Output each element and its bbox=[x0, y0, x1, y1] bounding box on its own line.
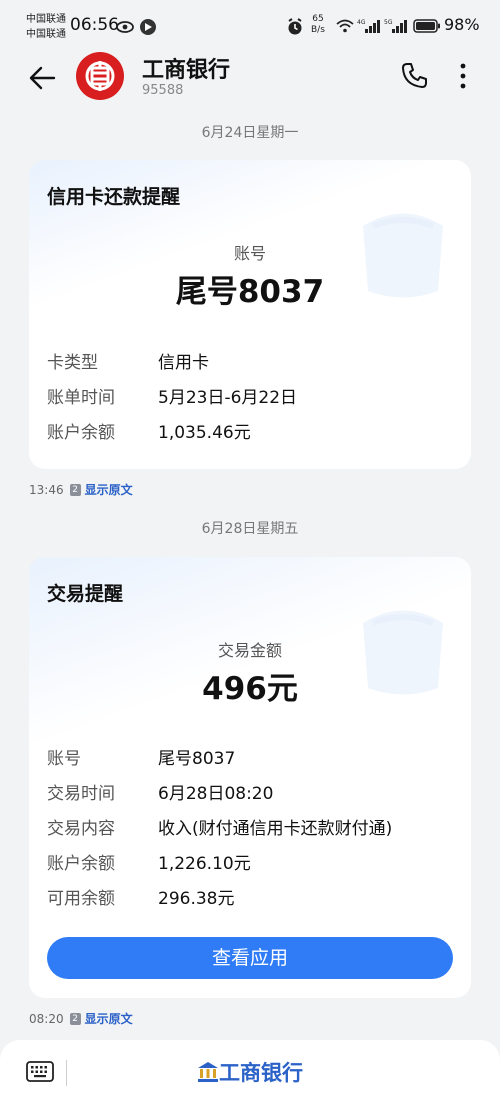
account-label: 账号 bbox=[233, 244, 266, 263]
network-speed-value: 65 bbox=[312, 14, 324, 24]
row-value: 信用卡 bbox=[158, 353, 209, 373]
bank-building-icon bbox=[198, 1062, 218, 1082]
row-value: 296.38元 bbox=[158, 889, 235, 909]
network-speed-unit: B/s bbox=[311, 25, 325, 35]
battery-icon bbox=[413, 19, 440, 33]
message-time: 08:20 bbox=[29, 1011, 64, 1026]
phone-icon[interactable] bbox=[398, 60, 430, 92]
battery-percent: 98% bbox=[444, 15, 480, 34]
row-label: 可用余额 bbox=[47, 889, 115, 909]
row-value: 1,226.10元 bbox=[158, 854, 251, 874]
row-label: 交易时间 bbox=[47, 784, 115, 804]
back-arrow-icon[interactable] bbox=[24, 60, 60, 96]
sender-number: 95588 bbox=[142, 83, 184, 98]
date-separator: 6月24日星期一 bbox=[201, 125, 299, 141]
signal-4g-icon: 4G bbox=[357, 19, 380, 33]
bank-menu-label: 工商银行 bbox=[219, 1061, 303, 1085]
row-value: 1,035.46元 bbox=[158, 423, 251, 443]
icbc-logo bbox=[76, 52, 124, 100]
amount-label: 交易金额 bbox=[217, 641, 282, 660]
wifi-icon bbox=[336, 19, 354, 33]
row-label: 卡类型 bbox=[47, 353, 98, 373]
bottom-menu-bar: 工商银行 bbox=[0, 1040, 500, 1106]
open-app-button[interactable]: 查看应用 bbox=[47, 937, 453, 979]
divider bbox=[66, 1060, 67, 1086]
card-title: 交易提醒 bbox=[47, 583, 124, 605]
status-bar: 中国联通 中国联通 06:56 65 B/s 4G 5G 98% bbox=[0, 0, 500, 54]
row-label: 账户余额 bbox=[47, 423, 115, 443]
icbc-logo-icon bbox=[85, 61, 115, 91]
svg-text:5G: 5G bbox=[384, 19, 393, 26]
menu-button-container: 工商银行 bbox=[0, 1040, 500, 1106]
carrier-2: 中国联通 bbox=[26, 29, 66, 40]
conversation-header: 工商银行 95588 bbox=[0, 50, 500, 110]
bank-menu-button[interactable]: 工商银行 bbox=[197, 1061, 303, 1085]
network-speed: 65 B/s bbox=[311, 14, 325, 36]
account-value: 尾号8037 bbox=[175, 274, 325, 310]
carrier-labels: 中国联通 中国联通 bbox=[26, 12, 66, 42]
keyboard-icon[interactable] bbox=[26, 1060, 54, 1084]
svg-text:4G: 4G bbox=[357, 19, 366, 26]
message-meta: 13:46 2 显示原文 bbox=[29, 481, 133, 498]
clock: 06:56 bbox=[70, 15, 119, 35]
message-meta: 08:20 2 显示原文 bbox=[29, 1010, 133, 1027]
row-label: 交易内容 bbox=[47, 819, 115, 839]
message-card-credit-reminder[interactable]: 信用卡还款提醒 账号 尾号8037 卡类型 信用卡 账单时间 5月23日-6月2… bbox=[29, 160, 471, 469]
signal-5g-icon: 5G bbox=[384, 19, 407, 33]
row-value: 尾号8037 bbox=[158, 749, 236, 769]
row-value: 6月28日08:20 bbox=[158, 784, 274, 804]
show-original-link[interactable]: 显示原文 bbox=[85, 481, 133, 498]
sim-badge: 2 bbox=[69, 483, 81, 496]
row-value: 5月23日-6月22日 bbox=[158, 388, 298, 408]
carrier-1: 中国联通 bbox=[26, 14, 66, 25]
eye-icon bbox=[116, 21, 134, 33]
row-value: 收入(财付通信用卡还款财付通) bbox=[158, 819, 393, 839]
row-label: 账单时间 bbox=[47, 388, 115, 408]
sim-badge: 2 bbox=[69, 1012, 81, 1025]
amount-value: 496元 bbox=[202, 671, 298, 707]
date-separator: 6月28日星期五 bbox=[201, 521, 299, 537]
message-card-transaction[interactable]: 交易提醒 交易金额 496元 账号 尾号8037 交易时间 6月28日08:20… bbox=[29, 557, 471, 998]
message-time: 13:46 bbox=[29, 482, 64, 497]
more-options-icon[interactable] bbox=[448, 60, 478, 92]
alarm-icon bbox=[288, 18, 302, 35]
row-label: 账户余额 bbox=[47, 854, 115, 874]
sender-name: 工商银行 bbox=[142, 58, 231, 83]
show-original-link[interactable]: 显示原文 bbox=[85, 1010, 133, 1027]
app-notification-icon bbox=[140, 19, 156, 35]
card-title: 信用卡还款提醒 bbox=[47, 186, 181, 208]
row-label: 账号 bbox=[47, 749, 81, 769]
